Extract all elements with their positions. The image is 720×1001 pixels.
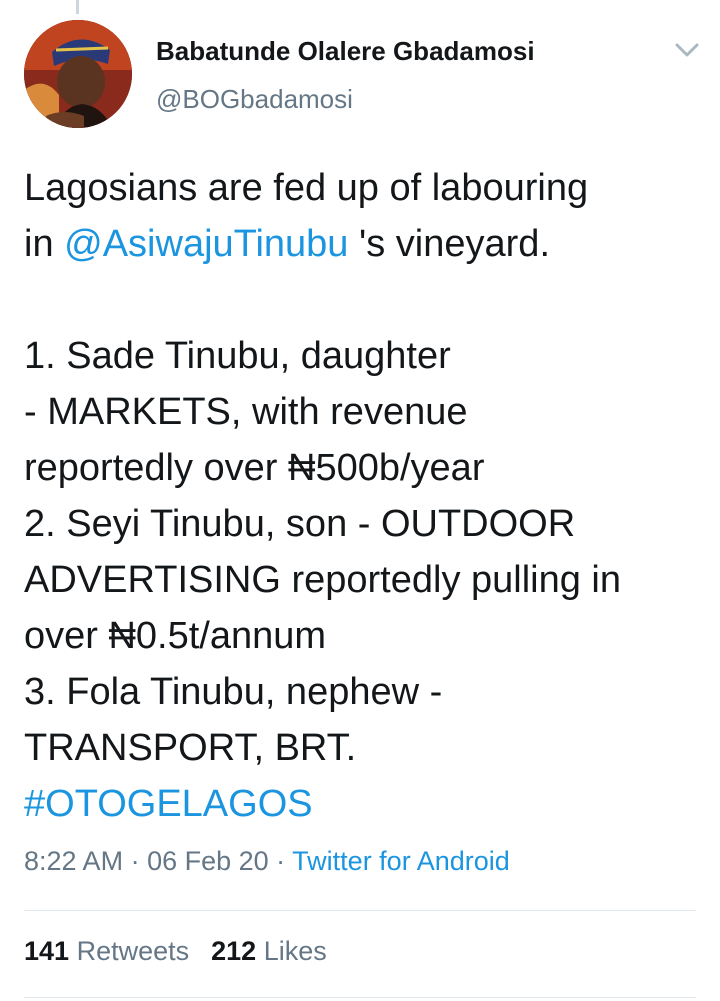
- likes-stat[interactable]: 212 Likes: [211, 936, 327, 966]
- tweet-meta: 8:22 AM · 06 Feb 20 · Twitter for Androi…: [24, 846, 510, 877]
- retweets-label: Retweets: [76, 936, 190, 966]
- tweet-line: - MARKETS, with revenue: [24, 391, 468, 433]
- divider: [24, 910, 696, 911]
- hashtag-link[interactable]: #OTOGELAGOS: [24, 776, 704, 832]
- tweet-line: in @AsiwajuTinubu 's vineyard.: [24, 216, 704, 272]
- author-handle[interactable]: @BOGbadamosi: [156, 84, 353, 115]
- divider: [24, 997, 696, 998]
- tweet-line: Lagosians are fed up of labouring: [24, 167, 589, 209]
- tweet-line: 3. Fola Tinubu, nephew -: [24, 671, 443, 713]
- tweet-line: 1. Sade Tinubu, daughter: [24, 335, 451, 377]
- avatar-photo: [24, 20, 132, 128]
- avatar[interactable]: [24, 20, 132, 128]
- chevron-down-icon[interactable]: [674, 40, 700, 60]
- tweet-text-fragment: in: [24, 223, 65, 265]
- mention-link[interactable]: @AsiwajuTinubu: [64, 223, 348, 265]
- tweet-date[interactable]: 06 Feb 20: [147, 846, 269, 876]
- tweet-stats: 141 Retweets 212 Likes: [24, 936, 327, 967]
- author-display-name[interactable]: Babatunde Olalere Gbadamosi: [156, 36, 535, 67]
- thread-connector-line: [76, 0, 79, 14]
- meta-separator: ·: [123, 846, 148, 876]
- likes-label: Likes: [263, 936, 327, 966]
- retweets-count: 141: [24, 936, 70, 966]
- tweet-text-fragment: 's vineyard.: [348, 223, 550, 265]
- meta-separator: ·: [268, 846, 293, 876]
- tweet-body: Lagosians are fed up of labouring in @As…: [24, 160, 704, 832]
- likes-count: 212: [211, 936, 257, 966]
- tweet-line: ADVERTISING reportedly pulling in: [24, 559, 621, 601]
- tweet-line: 2. Seyi Tinubu, son - OUTDOOR: [24, 503, 576, 545]
- tweet-line: reportedly over ₦500b/year: [24, 447, 485, 489]
- tweet-time[interactable]: 8:22 AM: [24, 846, 123, 876]
- tweet-line: over ₦0.5t/annum: [24, 615, 327, 657]
- tweet-line: TRANSPORT, BRT.: [24, 727, 357, 769]
- tweet-source-link[interactable]: Twitter for Android: [292, 846, 510, 876]
- retweets-stat[interactable]: 141 Retweets: [24, 936, 189, 966]
